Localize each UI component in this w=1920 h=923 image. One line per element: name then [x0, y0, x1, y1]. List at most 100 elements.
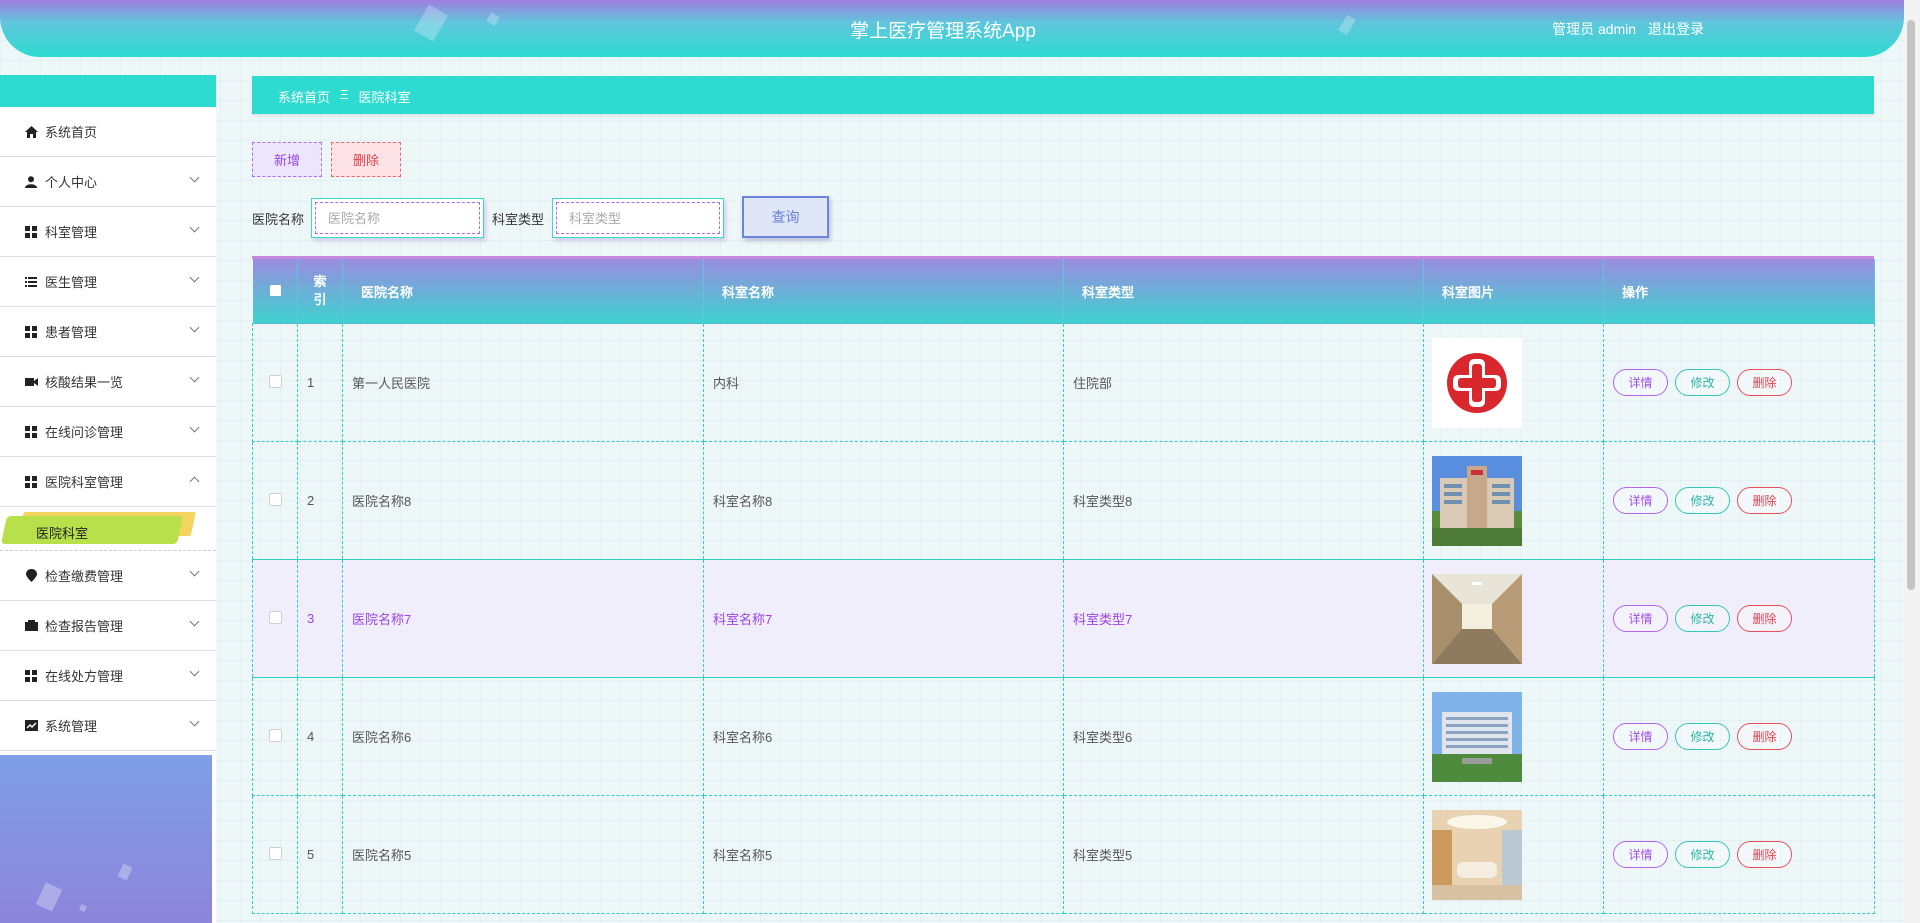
user-icon: [24, 175, 38, 189]
logout-link[interactable]: 退出登录: [1648, 21, 1704, 37]
detail-button[interactable]: 详情: [1613, 369, 1668, 396]
edit-button[interactable]: 修改: [1675, 841, 1730, 868]
cell-actions: 详情 修改 删除: [1603, 323, 1875, 442]
delete-button[interactable]: 删除: [1737, 723, 1792, 750]
bulk-delete-button[interactable]: 删除: [331, 142, 401, 177]
table-header-row: 索 引 医院名称 科室名称 科室类型 科室图片 操作: [252, 259, 1875, 324]
grid-icon: [24, 425, 38, 439]
row-checkbox[interactable]: [268, 374, 282, 388]
breadcrumb: 系统首页 Ξ 医院科室: [252, 76, 1874, 114]
row-checkbox[interactable]: [268, 610, 282, 624]
vertical-scrollbar[interactable]: [1904, 0, 1920, 923]
delete-button[interactable]: 删除: [1737, 605, 1792, 632]
chevron-down-icon: [189, 322, 200, 333]
sidebar-item-nucleic-results[interactable]: 核酸结果一览: [0, 357, 216, 407]
select-all-checkbox[interactable]: [269, 284, 281, 296]
cell-hospital: 医院名称7: [342, 559, 704, 678]
sidebar-item-prescription[interactable]: 在线处方管理: [0, 651, 216, 701]
dept-type-input[interactable]: [556, 202, 720, 234]
row-checkbox[interactable]: [268, 728, 282, 742]
active-highlight: [1, 516, 183, 544]
home-icon: [24, 125, 38, 139]
cell-actions: 详情 修改 删除: [1603, 559, 1875, 678]
row-checkbox[interactable]: [268, 492, 282, 506]
chevron-down-icon: [189, 716, 200, 727]
cell-type: 科室类型6: [1063, 677, 1424, 796]
hospital-corridor-image: [1432, 573, 1522, 664]
cell-type: 科室类型5: [1063, 795, 1424, 914]
delete-button[interactable]: 删除: [1737, 369, 1792, 396]
breadcrumb-home[interactable]: 系统首页: [278, 87, 330, 106]
camera-icon: [24, 375, 38, 389]
dept-type-label: 科室类型: [492, 212, 545, 227]
hospital-building-image: [1432, 455, 1522, 546]
edit-button[interactable]: 修改: [1675, 605, 1730, 632]
wallet-icon: [24, 619, 38, 633]
edit-button[interactable]: 修改: [1675, 369, 1730, 396]
grid-icon: [24, 325, 38, 339]
breadcrumb-current: 医院科室: [358, 90, 411, 105]
delete-button[interactable]: 删除: [1737, 841, 1792, 868]
cell-index: 3: [297, 559, 343, 678]
cell-hospital: 医院名称6: [342, 677, 704, 796]
chevron-down-icon: [189, 666, 200, 677]
reception-hall-image: [1432, 809, 1522, 900]
detail-button[interactable]: 详情: [1613, 841, 1668, 868]
cell-dept: 内科: [703, 323, 1064, 442]
sidebar-item-system[interactable]: 系统管理: [0, 701, 216, 751]
header-type: 科室类型: [1063, 259, 1424, 324]
detail-button[interactable]: 详情: [1613, 723, 1668, 750]
detail-button[interactable]: 详情: [1613, 487, 1668, 514]
row-checkbox-cell: [252, 795, 298, 914]
chevron-down-icon: [189, 272, 200, 283]
row-checkbox-cell: [252, 323, 298, 442]
sidebar-item-dept-manage[interactable]: 科室管理: [0, 207, 216, 257]
table-row: 3 医院名称7 科室名称7 科室类型7 详情 修改 删除: [252, 559, 1875, 678]
chevron-down-icon: [189, 372, 200, 383]
chevron-down-icon: [189, 566, 200, 577]
edit-button[interactable]: 修改: [1675, 487, 1730, 514]
sidebar-decoration: [117, 863, 133, 881]
sidebar-item-exam-payment[interactable]: 检查缴费管理: [0, 551, 216, 601]
sidebar-item-label: 医院科室管理: [45, 475, 124, 490]
sidebar-item-label: 个人中心: [45, 175, 98, 190]
hospital-name-input[interactable]: [315, 202, 480, 234]
delete-button[interactable]: 删除: [1737, 487, 1792, 514]
sidebar-item-exam-report[interactable]: 检查报告管理: [0, 601, 216, 651]
sidebar-subitem-hospital-dept[interactable]: 医院科室: [0, 507, 216, 551]
cell-image: [1423, 677, 1604, 796]
grid-icon: [24, 669, 38, 683]
sidebar-decoration: [79, 904, 87, 912]
dept-type-field-wrap: [552, 198, 724, 238]
admin-label: 管理员 admin: [1552, 21, 1637, 37]
header-image: 科室图片: [1423, 259, 1604, 324]
header-index-line2: 引: [313, 292, 327, 307]
sidebar-topbar: [0, 75, 216, 107]
sidebar-item-online-consult[interactable]: 在线问诊管理: [0, 407, 216, 457]
header-index: 索 引: [297, 259, 343, 324]
sidebar-item-hospital-dept-manage[interactable]: 医院科室管理: [0, 457, 216, 507]
header-actions: 操作: [1603, 259, 1875, 324]
row-checkbox[interactable]: [268, 846, 282, 860]
scrollbar-thumb[interactable]: [1907, 20, 1915, 590]
cell-index: 5: [297, 795, 343, 914]
hospital-tower-image: [1432, 691, 1522, 782]
sidebar-item-label: 核酸结果一览: [45, 375, 124, 390]
detail-button[interactable]: 详情: [1613, 605, 1668, 632]
sidebar-item-patient-manage[interactable]: 患者管理: [0, 307, 216, 357]
table-row: 1 第一人民医院 内科 住院部 详情 修改 删除: [252, 323, 1875, 442]
add-button[interactable]: 新增: [252, 142, 322, 177]
header-hospital: 医院名称: [342, 259, 704, 324]
cell-hospital: 医院名称8: [342, 441, 704, 560]
sidebar-item-profile[interactable]: 个人中心: [0, 157, 216, 207]
sidebar-item-doctor-manage[interactable]: 医生管理: [0, 257, 216, 307]
query-button[interactable]: 查询: [742, 196, 829, 238]
cell-actions: 详情 修改 删除: [1603, 677, 1875, 796]
sidebar-item-home[interactable]: 系统首页: [0, 107, 216, 157]
header-select-all[interactable]: [252, 259, 298, 324]
top-header: 掌上医疗管理系统App 管理员 admin 退出登录: [0, 0, 1904, 57]
edit-button[interactable]: 修改: [1675, 723, 1730, 750]
sidebar-item-label: 系统管理: [45, 719, 98, 734]
hospital-name-label: 医院名称: [252, 212, 305, 227]
row-checkbox-cell: [252, 677, 298, 796]
